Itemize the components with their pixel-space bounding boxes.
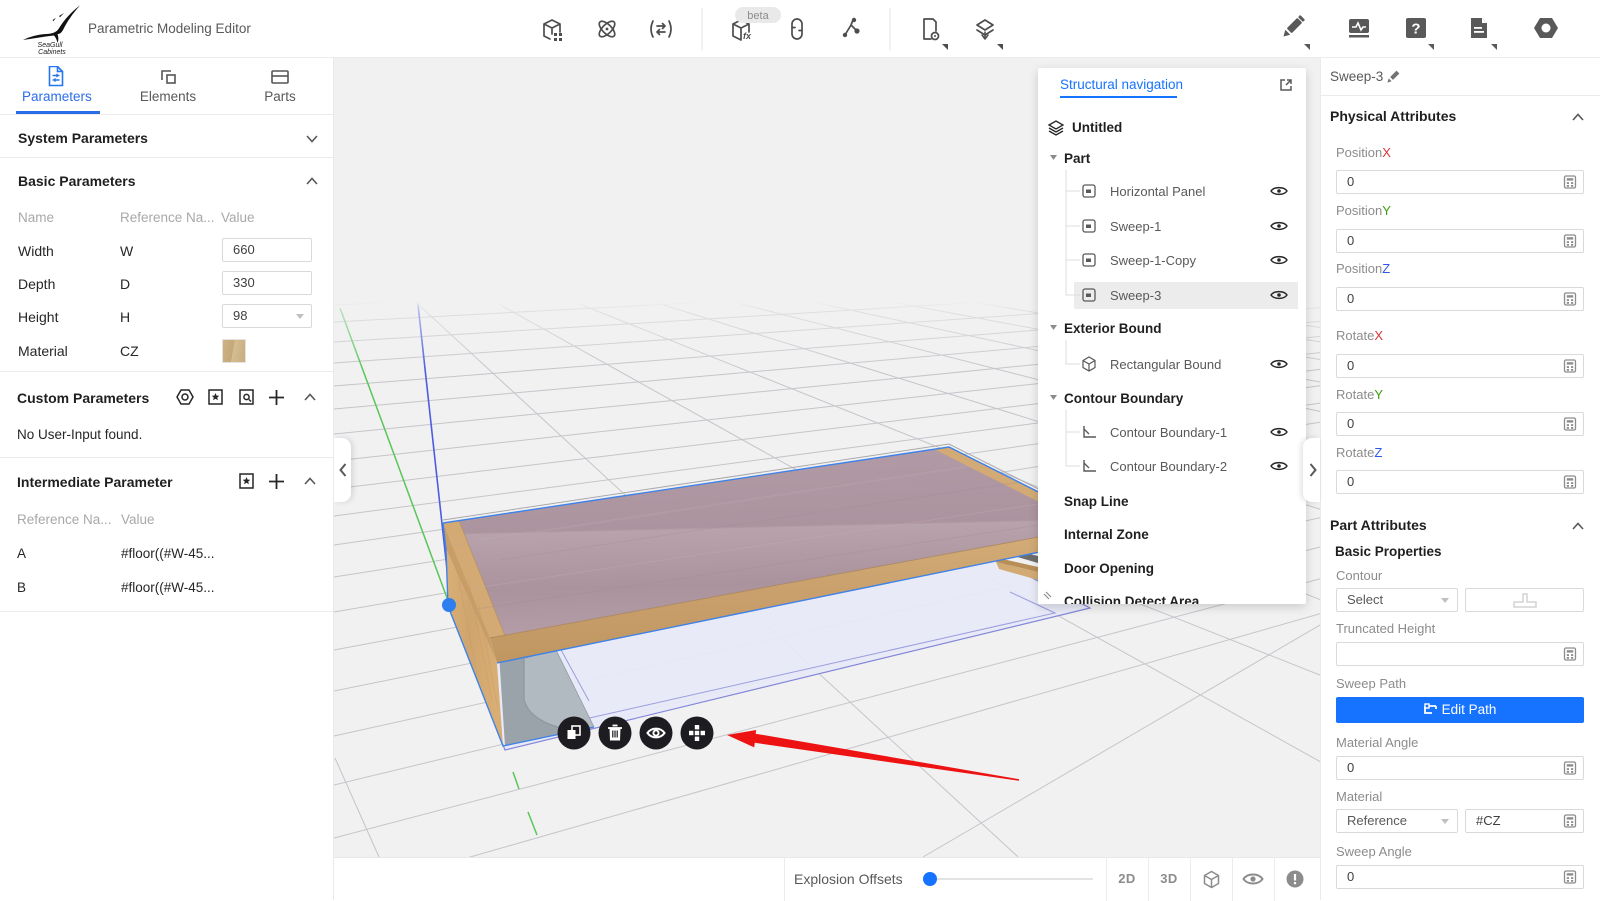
svg-text:Collision Detect Area: Collision Detect Area [1064,594,1200,604]
svg-text:Contour Boundary: Contour Boundary [1064,391,1184,406]
svg-text:Part: Part [1064,151,1091,166]
svg-text:Horizontal Panel: Horizontal Panel [1110,184,1205,199]
svg-text:Contour Boundary-2: Contour Boundary-2 [1110,459,1227,474]
svg-text:Sweep-1: Sweep-1 [1110,219,1161,234]
svg-text:Exterior Bound: Exterior Bound [1064,321,1162,336]
svg-text:Contour Boundary-1: Contour Boundary-1 [1110,425,1227,440]
svg-text:Door Opening: Door Opening [1064,561,1154,576]
svg-text:Sweep-1-Copy: Sweep-1-Copy [1110,253,1196,268]
svg-text:SeaGull: SeaGull [38,42,63,49]
svg-text:fx: fx [743,31,752,41]
svg-text:Snap Line: Snap Line [1064,494,1129,509]
svg-text:Untitled: Untitled [1072,120,1122,135]
svg-text:Sweep-3: Sweep-3 [1110,288,1161,303]
svg-text:Internal Zone: Internal Zone [1064,527,1149,542]
svg-text:beta: beta [747,10,769,22]
svg-text:Cabinets: Cabinets [38,49,66,54]
svg-text:?: ? [1411,21,1420,38]
svg-text:Rectangular Bound: Rectangular Bound [1110,357,1221,372]
